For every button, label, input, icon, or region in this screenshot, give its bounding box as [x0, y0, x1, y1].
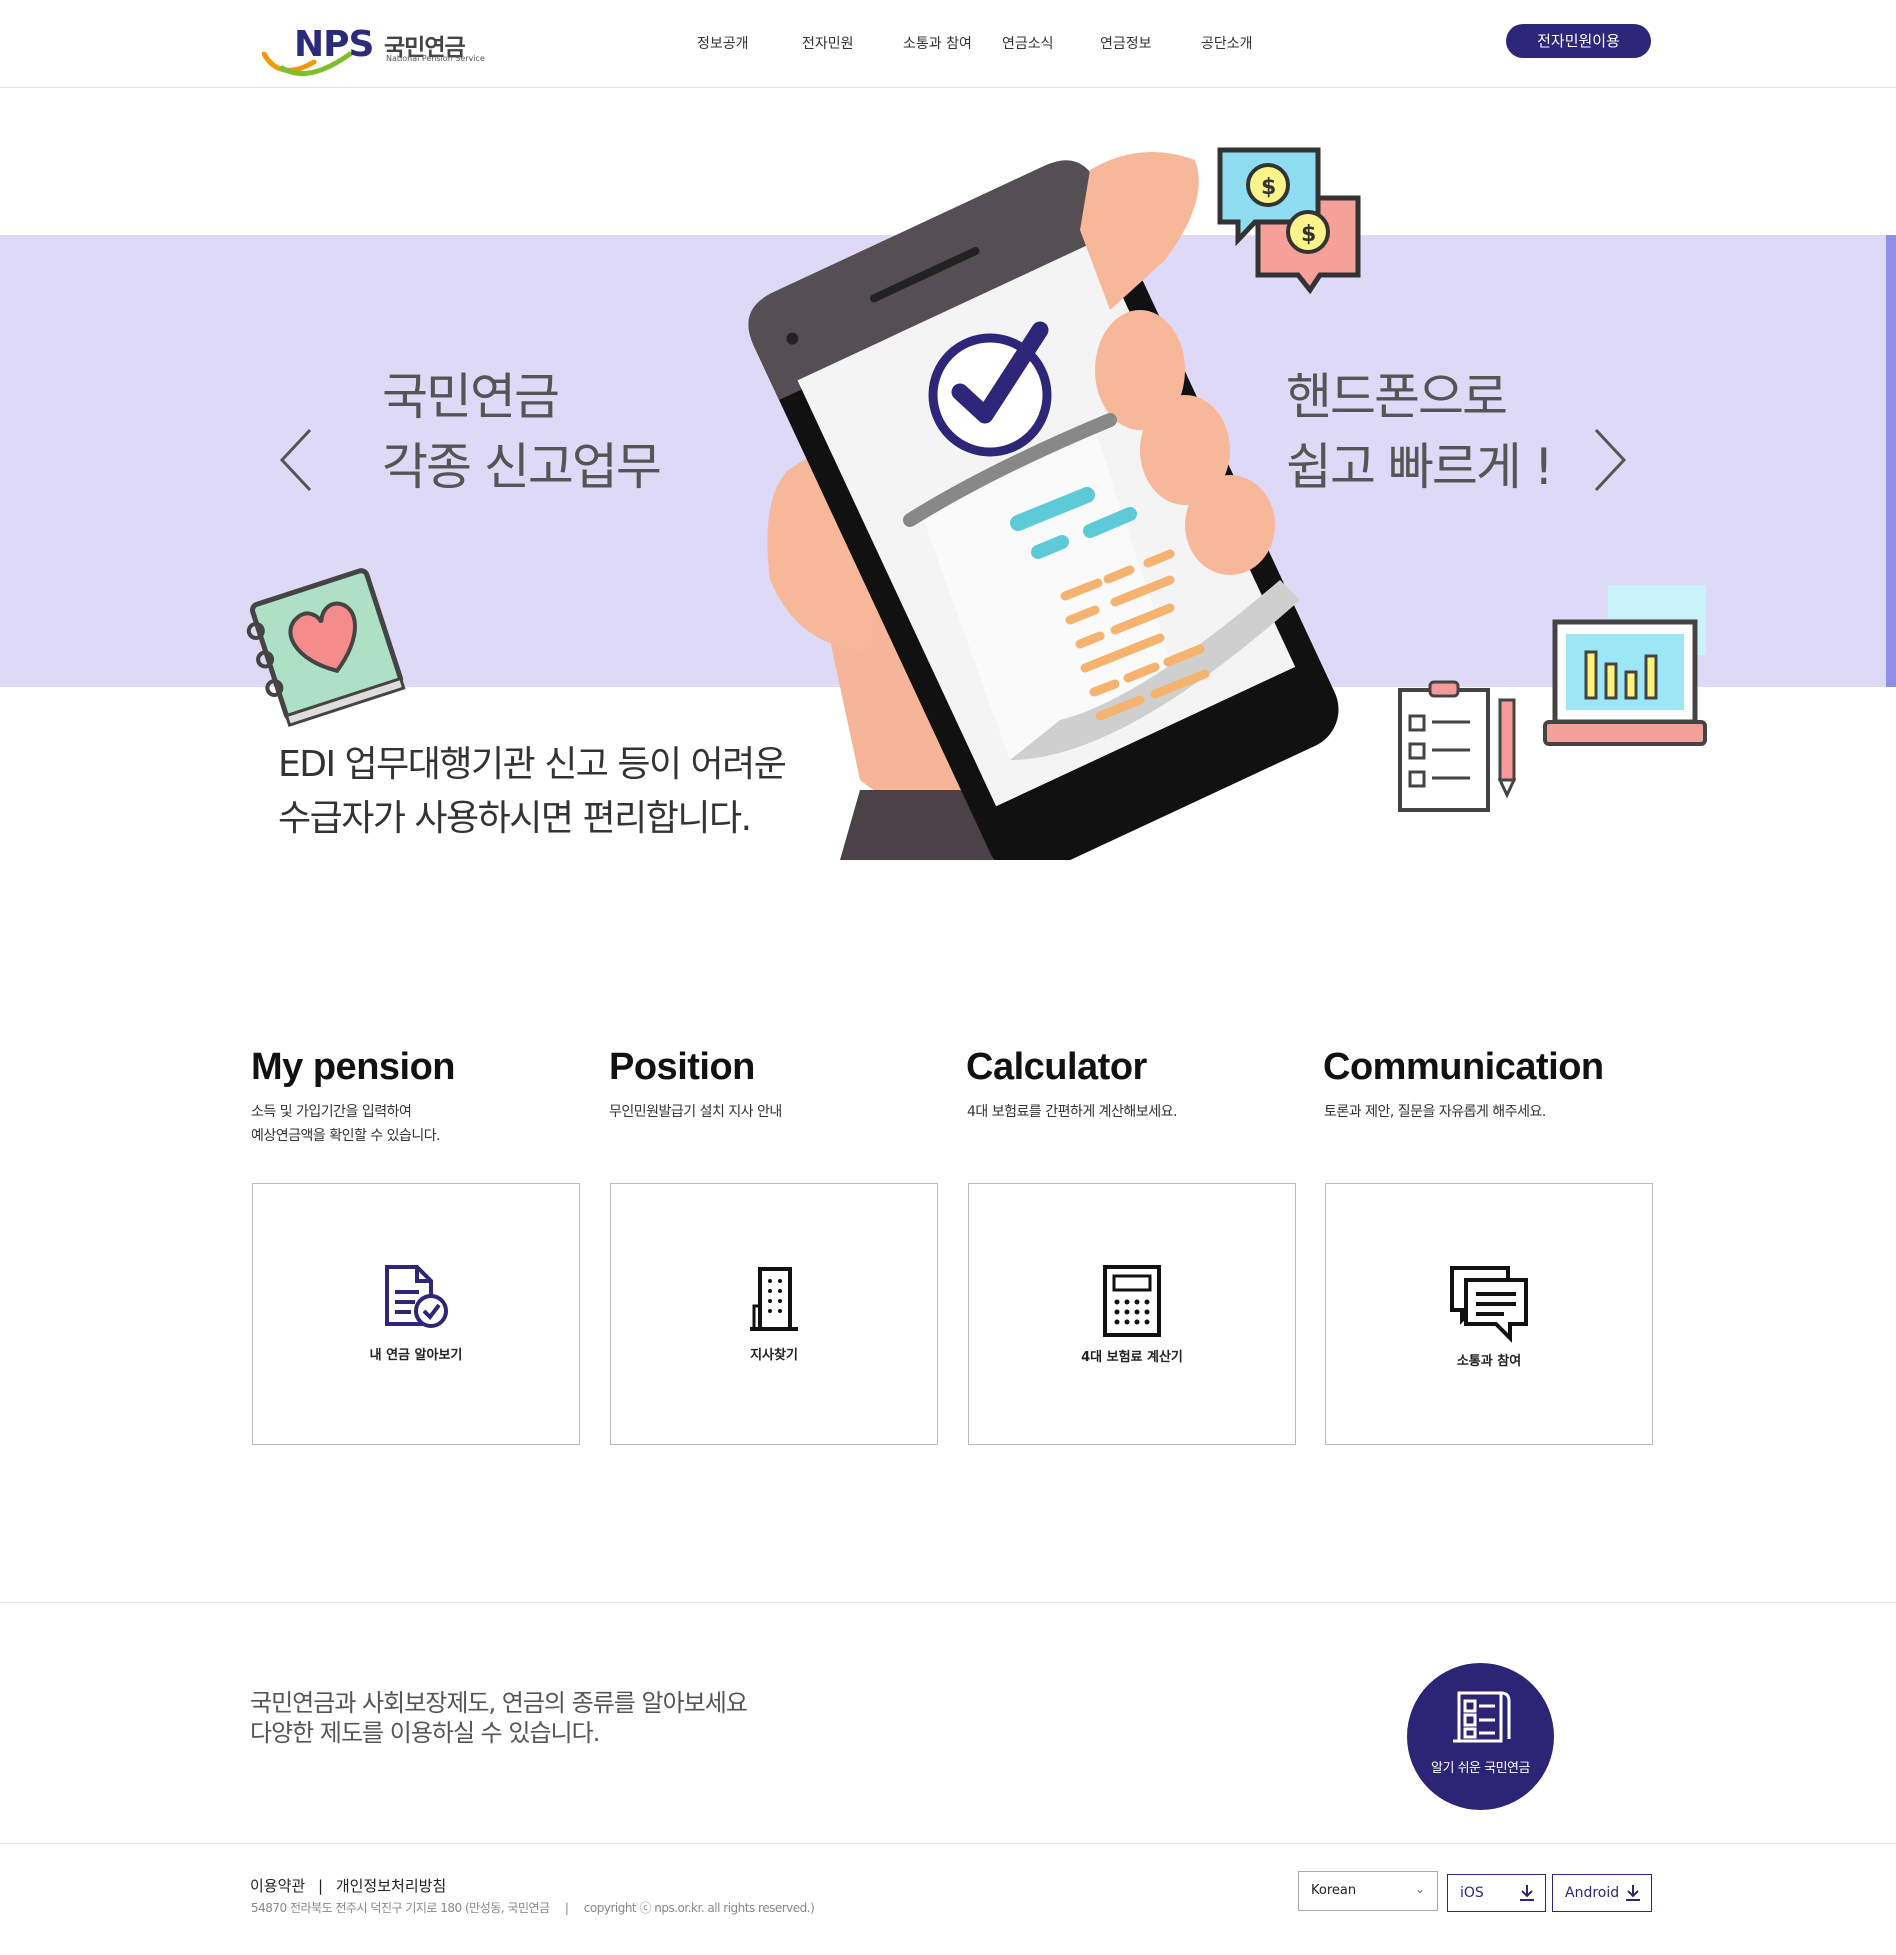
download-icon	[1626, 1885, 1640, 1901]
hero-right-line2: 쉽고 빠르게 !	[1286, 438, 1554, 496]
android-download-button[interactable]: Android	[1552, 1874, 1652, 1912]
service-desc-line: 토론과 제안, 질문을 자유롭게 해주세요.	[1324, 1104, 1546, 1120]
clipboard-icon	[1398, 680, 1517, 812]
service-desc-position: 무인민원발급기 설치 지사 안내	[609, 1100, 782, 1124]
communication-card-label: 소통과 참여	[1456, 1354, 1522, 1369]
hero-left-text: 국민연금 각종 신고업무	[382, 362, 662, 502]
hero-right-text: 핸드폰으로 쉽고 빠르게 !	[1286, 362, 1554, 502]
terms-link[interactable]: 이용약관	[250, 1877, 305, 1895]
service-desc-line: 예상연금액을 확인할 수 있습니다.	[251, 1128, 441, 1144]
footer-address: 54870 전라북도 전주시 덕진구 기지로 180 (만성동, 국민연금 | …	[251, 1899, 815, 1916]
insurance-calculator-card[interactable]: 4대 보험료 계산기	[968, 1183, 1296, 1445]
service-title-my-pension: My pension	[251, 1046, 456, 1088]
communication-card[interactable]: 소통과 참여	[1325, 1183, 1653, 1445]
info-text: 국민연금과 사회보장제도, 연금의 종류를 알아보세요 다양한 제도를 이용하실…	[250, 1688, 748, 1748]
service-desc-calculator: 4대 보험료를 간편하게 계산해보세요.	[967, 1100, 1177, 1124]
language-select[interactable]: Korean ⌄	[1298, 1871, 1438, 1911]
my-pension-card-label: 내 연금 알아보기	[369, 1348, 463, 1363]
service-title-communication: Communication	[1323, 1046, 1604, 1088]
android-label: Android	[1565, 1885, 1620, 1901]
section-divider	[0, 1602, 1896, 1603]
language-select-value: Korean	[1311, 1883, 1357, 1898]
chevron-left-icon[interactable]	[278, 428, 314, 492]
footer-links: 이용약관 | 개인정보처리방침	[250, 1875, 446, 1896]
footer-copyright: copyright ⓒ nps.or.kr. all rights reserv…	[583, 1901, 815, 1915]
hero-sub-line1: EDI 업무대행기관 신고 등이 어려운	[278, 744, 787, 785]
building-icon	[750, 1267, 798, 1331]
download-icon	[1520, 1885, 1534, 1901]
service-desc-my-pension: 소득 및 가입기간을 입력하여 예상연금액을 확인할 수 있습니다.	[251, 1100, 441, 1148]
my-pension-card[interactable]: 내 연금 알아보기	[252, 1183, 580, 1445]
info-line2: 다양한 제도를 이용하실 수 있습니다.	[250, 1719, 600, 1747]
info-line1: 국민연금과 사회보장제도, 연금의 종류를 알아보세요	[250, 1689, 748, 1717]
service-title-calculator: Calculator	[966, 1046, 1147, 1088]
privacy-link[interactable]: 개인정보처리방침	[336, 1877, 446, 1895]
svg-text:$: $	[1261, 175, 1276, 200]
laptop-chart-icon	[1543, 585, 1707, 746]
easy-pension-label: 알기 쉬운 국민연금	[1431, 1761, 1530, 1776]
checklist-scroll-icon	[1453, 1691, 1511, 1743]
document-check-icon	[385, 1265, 448, 1328]
ios-label: iOS	[1460, 1885, 1484, 1901]
heart-notebook-icon	[246, 568, 406, 728]
easy-pension-button[interactable]: 알기 쉬운 국민연금	[1407, 1663, 1554, 1810]
hero-right-line1: 핸드폰으로	[1286, 368, 1508, 426]
insurance-calculator-card-label: 4대 보험료 계산기	[1081, 1350, 1183, 1365]
service-title-position: Position	[609, 1046, 755, 1088]
chevron-right-icon[interactable]	[1592, 428, 1628, 492]
ios-download-button[interactable]: iOS	[1447, 1874, 1546, 1912]
hero-left-line1: 국민연금	[382, 368, 560, 426]
footer-separator: |	[564, 1901, 569, 1915]
branch-finder-card-label: 지사찾기	[750, 1348, 798, 1363]
svg-text:$: $	[1301, 222, 1316, 247]
footer-divider	[0, 1843, 1896, 1844]
hero-sub-line2: 수급자가 사용하시면 편리합니다.	[278, 798, 752, 839]
chat-bubbles-icon	[1450, 1266, 1528, 1343]
service-desc-line: 4대 보험료를 간편하게 계산해보세요.	[967, 1104, 1177, 1120]
hero-left-line2: 각종 신고업무	[382, 438, 662, 496]
calculator-icon	[1103, 1265, 1161, 1337]
service-desc-line: 무인민원발급기 설치 지사 안내	[609, 1104, 782, 1120]
service-desc-line: 소득 및 가입기간을 입력하여	[251, 1104, 412, 1120]
hero-subtitle: EDI 업무대행기관 신고 등이 어려운 수급자가 사용하시면 편리합니다.	[278, 738, 787, 846]
branch-finder-card[interactable]: 지사찾기	[610, 1183, 938, 1445]
chevron-down-icon: ⌄	[1414, 1882, 1425, 1896]
footer-separator: |	[317, 1877, 324, 1895]
money-chat-icon: $ $	[1217, 147, 1361, 295]
service-desc-communication: 토론과 제안, 질문을 자유롭게 해주세요.	[1324, 1100, 1546, 1124]
footer-address-text: 54870 전라북도 전주시 덕진구 기지로 180 (만성동, 국민연금	[251, 1901, 550, 1915]
